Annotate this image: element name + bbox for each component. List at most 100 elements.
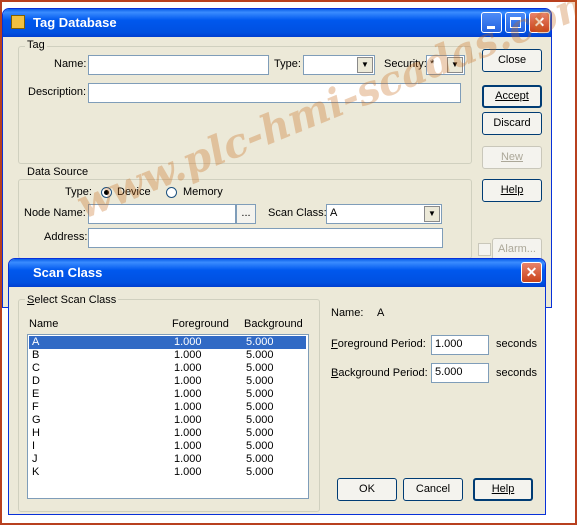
list-item[interactable]: B 1.000 5.000 <box>29 349 306 362</box>
row-name: H <box>32 427 40 439</box>
row-name: K <box>32 466 40 478</box>
detail-name-label: Name: <box>331 307 364 319</box>
row-foreground: 1.000 <box>174 427 202 439</box>
row-name: C <box>32 362 40 374</box>
row-background: 5.000 <box>246 414 274 426</box>
row-name: D <box>32 375 40 387</box>
name-label: Name: <box>54 58 87 70</box>
row-background: 5.000 <box>246 401 274 413</box>
row-name: A <box>32 336 40 348</box>
device-radio[interactable] <box>101 187 112 198</box>
list-item[interactable]: F 1.000 5.000 <box>29 401 306 414</box>
close-icon: ✕ <box>525 264 538 280</box>
alarm-checkbox <box>478 243 491 256</box>
list-item[interactable]: A 1.000 5.000 <box>29 336 306 349</box>
device-label[interactable]: Device <box>117 186 151 198</box>
cancel-button[interactable]: Cancel <box>403 478 463 501</box>
close-window-button[interactable]: ✕ <box>529 12 550 33</box>
maximize-button[interactable] <box>505 12 526 33</box>
row-name: E <box>32 388 40 400</box>
name-input[interactable] <box>88 55 269 75</box>
memory-radio[interactable] <box>166 187 177 198</box>
list-item[interactable]: E 1.000 5.000 <box>29 388 306 401</box>
row-foreground: 1.000 <box>174 388 202 400</box>
security-value: * <box>430 58 435 70</box>
row-foreground: 1.000 <box>174 362 202 374</box>
chevron-down-icon[interactable]: ▼ <box>447 57 463 73</box>
new-label: New <box>500 151 523 163</box>
memory-label[interactable]: Memory <box>183 186 223 198</box>
maximize-icon <box>510 17 521 28</box>
col-foreground-header: Foreground <box>172 318 229 330</box>
row-foreground: 1.000 <box>174 414 202 426</box>
row-background: 5.000 <box>246 362 274 374</box>
security-label: Security: <box>384 58 427 70</box>
close-icon: ✕ <box>533 14 546 30</box>
help-button[interactable]: Help <box>482 179 542 202</box>
address-label: Address: <box>44 231 88 243</box>
foreground-period-input[interactable]: 1.000 <box>431 335 489 355</box>
scan-class-titlebar[interactable]: Scan Class ✕ <box>9 259 545 287</box>
list-item[interactable]: H 1.000 5.000 <box>29 427 306 440</box>
foreground-seconds-label: seconds <box>496 338 537 350</box>
scan-class-select[interactable]: A ▼ <box>326 204 442 224</box>
background-period-input[interactable]: 5.000 <box>431 363 489 383</box>
scan-help-button[interactable]: Help <box>473 478 533 501</box>
row-background: 5.000 <box>246 375 274 387</box>
tag-database-title: Tag Database <box>33 15 117 30</box>
row-foreground: 1.000 <box>174 349 202 361</box>
ds-type-label: Type: <box>65 186 92 198</box>
node-name-label: Node Name: <box>24 207 86 219</box>
row-foreground: 1.000 <box>174 375 202 387</box>
list-item[interactable]: J 1.000 5.000 <box>29 453 306 466</box>
scan-class-list[interactable]: A 1.000 5.000 B 1.000 5.000 C 1.000 5.000 D 1.000 5… <box>27 334 309 499</box>
close-button[interactable]: Close <box>482 49 542 72</box>
minimize-button[interactable] <box>481 12 502 33</box>
security-select[interactable]: * ▼ <box>426 55 465 75</box>
row-background: 5.000 <box>246 336 274 348</box>
row-background: 5.000 <box>246 349 274 361</box>
tag-group-title: Tag <box>25 39 47 51</box>
node-name-input[interactable] <box>88 204 236 224</box>
background-period-value: 5.000 <box>435 366 463 378</box>
row-foreground: 1.000 <box>174 440 202 452</box>
chevron-down-icon[interactable]: ▼ <box>357 57 373 73</box>
row-name: B <box>32 349 40 361</box>
row-name: J <box>32 453 38 465</box>
tag-database-titlebar[interactable]: Tag Database ✕ <box>3 9 551 37</box>
address-input[interactable] <box>88 228 443 248</box>
accept-button[interactable]: Accept <box>482 85 542 108</box>
type-select[interactable]: ▼ <box>303 55 375 75</box>
discard-button[interactable]: Discard <box>482 112 542 135</box>
list-item[interactable]: D 1.000 5.000 <box>29 375 306 388</box>
scan-class-value: A <box>330 207 338 219</box>
row-foreground: 1.000 <box>174 453 202 465</box>
row-foreground: 1.000 <box>174 336 202 348</box>
detail-name-value: A <box>377 307 385 319</box>
list-item[interactable]: K 1.000 5.000 <box>29 466 306 479</box>
description-input[interactable] <box>88 83 461 103</box>
row-foreground: 1.000 <box>174 401 202 413</box>
help-label: Help <box>500 184 524 196</box>
new-button: New <box>482 146 542 169</box>
chevron-down-icon[interactable]: ▼ <box>424 206 440 222</box>
accept-label: Accept <box>495 90 529 102</box>
row-background: 5.000 <box>246 440 274 452</box>
row-background: 5.000 <box>246 388 274 400</box>
col-name-header: Name <box>29 318 59 330</box>
row-name: I <box>32 440 36 452</box>
foreground-period-label: Foreground Period: <box>331 338 426 350</box>
ok-button[interactable]: OK <box>337 478 397 501</box>
scan-class-title: Scan Class <box>33 265 103 280</box>
row-background: 5.000 <box>246 427 274 439</box>
description-label: Description: <box>28 86 87 98</box>
row-foreground: 1.000 <box>174 466 202 478</box>
background-period-label: Background Period: <box>331 367 428 379</box>
scan-class-close-button[interactable]: ✕ <box>521 262 542 283</box>
browse-button[interactable]: ... <box>236 204 256 224</box>
list-item[interactable]: C 1.000 5.000 <box>29 362 306 375</box>
list-item[interactable]: I 1.000 5.000 <box>29 440 306 453</box>
list-item[interactable]: G 1.000 5.000 <box>29 414 306 427</box>
scan-help-label: Help <box>491 483 515 495</box>
row-background: 5.000 <box>246 466 274 478</box>
